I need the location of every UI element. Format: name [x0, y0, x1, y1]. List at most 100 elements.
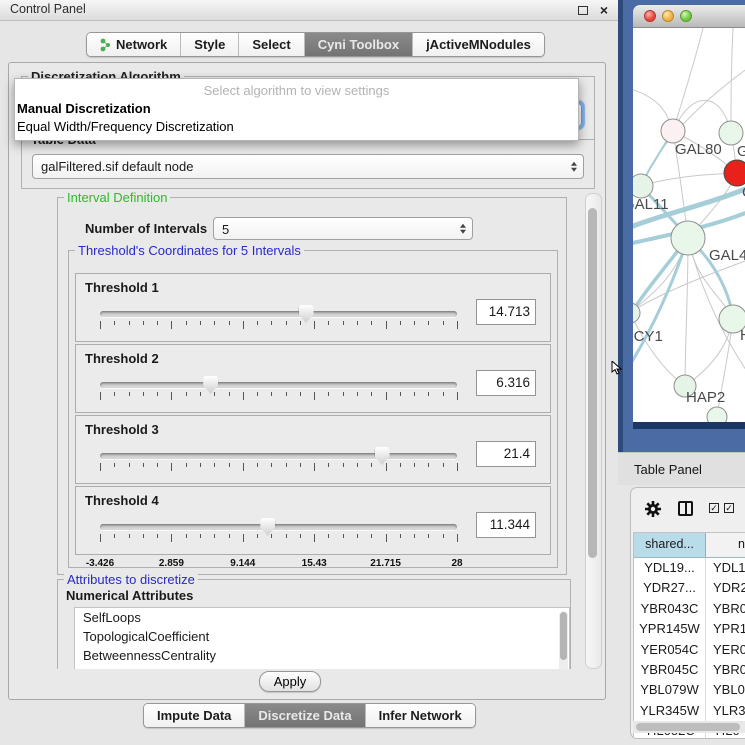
tick-mark — [300, 392, 301, 396]
zoom-traffic-light-icon[interactable] — [680, 10, 692, 22]
table-row[interactable]: YPR145WYPR1 — [634, 619, 745, 639]
tab-infer-network[interactable]: Infer Network — [365, 704, 475, 727]
tick-mark — [100, 392, 101, 400]
tick-label: 9.144 — [230, 558, 255, 569]
table-row[interactable]: YLR345WYLR3 — [634, 701, 745, 721]
combo-arrows-icon — [571, 160, 577, 173]
tick-mark — [386, 534, 387, 542]
network-node-ga[interactable] — [719, 121, 743, 145]
popup-option-manual[interactable]: Manual Discretization — [15, 100, 578, 118]
threshold-slider[interactable]: -3.4262.8599.14415.4321.71528 — [100, 449, 457, 483]
popup-option-equal-width[interactable]: Equal Width/Frequency Discretization — [15, 118, 578, 136]
threshold-row: Threshold 3 -3.4262.8599.14415.4321.71528… — [75, 415, 551, 484]
settings-scrollbar[interactable] — [585, 193, 602, 669]
threshold-row: Threshold 2-3.4262.8599.14415.4321.71528… — [75, 344, 551, 413]
attribute-list-item[interactable]: SelfLoops — [75, 608, 569, 627]
table-data-combobox[interactable]: galFiltered.sif default node — [32, 154, 584, 179]
network-node-gal80[interactable] — [661, 119, 685, 143]
table-header-row: shared...n — [634, 533, 745, 558]
split-columns-icon[interactable] — [678, 501, 693, 516]
tick-mark — [129, 321, 130, 325]
network-node-gal11[interactable] — [633, 174, 653, 198]
close-traffic-light-icon[interactable] — [644, 10, 656, 22]
tick-mark — [157, 463, 158, 467]
column-header-shared-name[interactable]: shared... — [634, 533, 706, 557]
threshold-slider[interactable]: -3.4262.8599.14415.4321.71528 — [100, 307, 457, 341]
slider-ticks: -3.4262.8599.14415.4321.71528 — [100, 392, 457, 402]
cell-name: YPR1 — [706, 619, 745, 639]
tick-mark — [129, 534, 130, 538]
tick-mark — [414, 392, 415, 396]
tick-mark — [400, 463, 401, 467]
tick-mark — [257, 392, 258, 396]
tab-impute-data[interactable]: Impute Data — [144, 704, 244, 727]
tick-mark — [300, 321, 301, 325]
tick-mark — [143, 392, 144, 396]
attributes-scrollbar[interactable] — [559, 611, 568, 669]
table-row[interactable]: YBR045CYBR0 — [634, 660, 745, 680]
tab-select[interactable]: Select — [238, 33, 303, 56]
network-view[interactable]: GAL80GACGAL11GAL4GCY1HHAP2 — [633, 28, 745, 422]
apply-button[interactable]: Apply — [259, 671, 321, 692]
tick-mark — [143, 463, 144, 467]
column-header-name[interactable]: n — [706, 533, 745, 557]
tick-mark — [257, 321, 258, 325]
tick-mark — [186, 463, 187, 467]
tick-mark — [371, 321, 372, 325]
threshold-value-field[interactable]: 11.344 — [476, 512, 536, 538]
network-node-c[interactable] — [724, 160, 745, 186]
tick-mark — [171, 534, 172, 542]
threshold-slider[interactable]: -3.4262.8599.14415.4321.71528 — [100, 378, 457, 412]
gear-icon[interactable] — [644, 500, 662, 518]
threshold-value-field[interactable]: 6.316 — [476, 370, 536, 396]
threshold-value-field[interactable]: 21.4 — [476, 441, 536, 467]
network-node-gcy1[interactable] — [633, 303, 640, 323]
network-node[interactable] — [707, 407, 727, 422]
tab-cyni-toolbox[interactable]: Cyni Toolbox — [304, 33, 412, 56]
threshold-slider[interactable]: -3.4262.8599.14415.4321.71528 — [100, 520, 457, 554]
tick-mark — [286, 392, 287, 396]
attributes-list[interactable]: SelfLoopsTopologicalCoefficientBetweenne… — [74, 607, 570, 669]
cell-shared-name: YLR345W — [634, 701, 706, 721]
table-row[interactable]: YBR043CYBR0 — [634, 599, 745, 619]
slider-track — [100, 524, 457, 530]
table-row[interactable]: YDL19...YDL1 — [634, 558, 745, 578]
table-hscrollbar[interactable] — [633, 721, 745, 733]
network-window-titlebar — [633, 5, 745, 28]
attribute-list-item[interactable]: TopologicalCoefficient — [75, 627, 569, 646]
checkbox-icon[interactable]: ✓ — [724, 503, 734, 513]
tick-mark — [143, 534, 144, 538]
tab-network[interactable]: Network — [87, 33, 180, 56]
tick-mark — [414, 534, 415, 538]
tick-mark — [300, 463, 301, 467]
tab-jactivemnodules[interactable]: jActiveMNodules — [412, 33, 544, 56]
network-node-gal4[interactable] — [671, 221, 705, 255]
combo-arrows-icon — [460, 222, 466, 235]
threshold-value-field[interactable]: 14.713 — [476, 299, 536, 325]
threshold-label: Threshold 3 — [85, 422, 159, 437]
table-row[interactable]: YER054CYER0 — [634, 640, 745, 660]
table-panel-bar: Table Panel — [618, 452, 745, 485]
tick-mark — [229, 321, 230, 325]
network-graph: GAL80GACGAL11GAL4GCY1HHAP2 — [633, 28, 745, 422]
attribute-list-item[interactable]: BetweennessCentrality — [75, 646, 569, 665]
tab-discretize-data[interactable]: Discretize Data — [244, 704, 364, 727]
float-panel-icon[interactable] — [578, 6, 588, 15]
tick-mark — [371, 463, 372, 467]
tick-label: -3.426 — [86, 558, 114, 569]
tab-style[interactable]: Style — [180, 33, 238, 56]
table-row[interactable]: YBL079WYBL0 — [634, 680, 745, 700]
control-panel: Control Panel × NetworkStyleSelectCyni T… — [0, 0, 618, 745]
close-panel-icon[interactable]: × — [600, 0, 608, 20]
settings-scroll-area: Interval Definition Number of Intervals … — [23, 191, 607, 669]
tick-mark — [257, 463, 258, 467]
minimize-traffic-light-icon[interactable] — [662, 10, 674, 22]
checkbox-icon[interactable]: ✓ — [709, 503, 719, 513]
cell-name: YDR2 — [706, 578, 745, 598]
tick-mark — [186, 321, 187, 325]
num-intervals-combobox[interactable]: 5 — [213, 217, 473, 240]
thresholds-group: Threshold's Coordinates for 5 Intervals … — [68, 250, 558, 568]
table-row[interactable]: YDR27...YDR2 — [634, 578, 745, 598]
node-label: GAL80 — [675, 141, 722, 158]
network-window: GAL80GACGAL11GAL4GCY1HHAP2 — [633, 5, 745, 429]
